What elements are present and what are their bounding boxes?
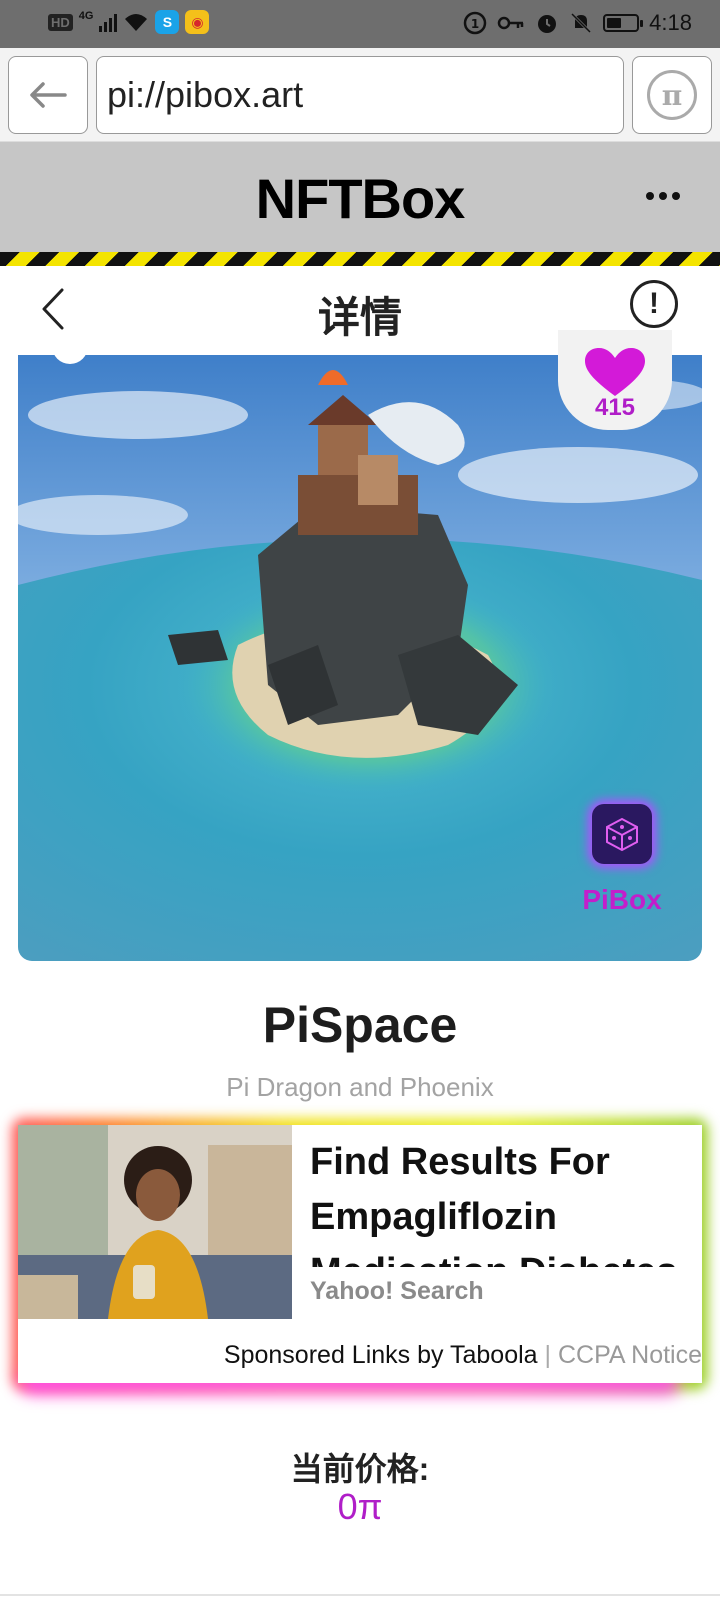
weibo-icon: ◉ [185, 10, 210, 34]
nft-subtitle: Pi Dragon and Phoenix [226, 1072, 494, 1102]
network-type: 4G [78, 10, 94, 22]
browser-toolbar: pi://pibox.art π [0, 48, 720, 142]
dice-icon [606, 817, 638, 852]
battery-icon [603, 14, 644, 32]
current-price-label: 当前价格: [290, 1451, 430, 1487]
browser-back-button[interactable] [8, 56, 88, 134]
status-left: HD 4G S ◉ [48, 10, 210, 34]
ccpa-notice-link[interactable]: CCPA Notice [558, 1341, 702, 1369]
url-field[interactable]: pi://pibox.art [96, 56, 624, 134]
bottom-divider [0, 1594, 720, 1596]
data-saver-icon: 1 [463, 11, 487, 35]
nft-title: PiSpace [262, 997, 458, 1053]
pi-browser-button[interactable]: π [632, 56, 712, 134]
ad-footer: Sponsored Links by Taboola | CCPA Notice [224, 1341, 702, 1370]
app-header: NFTBox [0, 142, 720, 252]
app-notification-icon: S [155, 10, 180, 34]
ad-source: Yahoo! Search [310, 1277, 484, 1305]
status-right: 1 4:18 [463, 10, 692, 36]
ad-thumbnail-image[interactable] [18, 1125, 292, 1319]
sponsored-links-label[interactable]: Sponsored Links by Taboola [224, 1341, 538, 1369]
more-options-icon[interactable] [646, 192, 680, 200]
hazard-stripe-divider [0, 252, 720, 266]
like-count: 415 [594, 394, 636, 421]
pi-logo-icon: π [647, 70, 697, 120]
pibox-brand-label: PiBox [582, 884, 662, 915]
wifi-icon [125, 14, 148, 31]
key-icon [497, 16, 524, 30]
status-bar: HD 4G S ◉ 1 4:18 [0, 0, 720, 48]
svg-text:1: 1 [471, 17, 479, 31]
app-title: NFTBox [255, 167, 466, 230]
pibox-dice-icon[interactable] [592, 804, 652, 864]
alarm-icon [538, 15, 557, 33]
like-button[interactable]: 415 [558, 330, 672, 430]
heart-icon [585, 348, 645, 396]
sponsored-ad-card[interactable]: Find Results For Empagliflozin Medicatio… [18, 1125, 702, 1383]
signal-icon [99, 12, 118, 32]
info-icon[interactable]: ! [630, 280, 678, 328]
ad-headline[interactable]: Find Results For Empagliflozin Medicatio… [310, 1135, 698, 1267]
mute-icon [571, 12, 592, 34]
nft-artwork-image[interactable] [18, 355, 702, 961]
arrow-left-icon [30, 82, 67, 108]
current-price-value: 0π [337, 1486, 383, 1527]
hd-indicator: HD [48, 13, 73, 31]
ad-footer-separator: | [537, 1341, 558, 1369]
clock: 4:18 [649, 10, 692, 35]
